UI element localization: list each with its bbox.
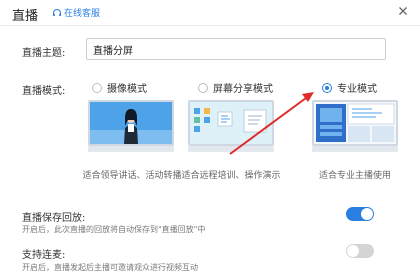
mode-label: 直播模式:	[22, 86, 66, 97]
screen-share-mode-label: 屏幕分享模式	[213, 84, 273, 95]
save-replay-desc: 开启后，此次直播的回放将自动保存到"直播回放"中	[22, 225, 206, 234]
screen-share-caption: 适合远程培训、操作演示	[181, 171, 281, 181]
pro-mode-label: 专业模式	[337, 84, 377, 95]
radio-pro-mode[interactable]: 专业模式	[322, 80, 377, 95]
online-service-label: 在线客服	[64, 9, 101, 19]
dialog-header: 直播 在线客服	[0, 0, 420, 26]
co-streaming-toggle-knob	[347, 245, 359, 257]
radio-dot-pro[interactable]	[322, 82, 332, 93]
radio-camera-mode[interactable]: 摄像模式	[92, 80, 147, 95]
co-streaming-title: 支持连麦:	[22, 250, 66, 261]
pro-mode-illustration	[312, 100, 398, 152]
topic-input[interactable]	[86, 38, 386, 60]
radio-screen-share-mode[interactable]: 屏幕分享模式	[198, 80, 273, 95]
live-settings-dialog: 直播 在线客服 直播主题: 直播模式: 摄像模式 屏幕分享模式 专业模式	[0, 0, 420, 280]
online-service-link[interactable]: 在线客服	[52, 6, 100, 19]
topic-label: 直播主题:	[22, 48, 66, 59]
headset-icon	[53, 8, 61, 16]
dialog-title: 直播	[12, 9, 39, 24]
close-button[interactable]	[396, 4, 410, 18]
save-replay-toggle-knob	[361, 208, 373, 220]
co-streaming-toggle[interactable]	[346, 244, 374, 258]
camera-mode-caption: 适合领导讲话、活动转播	[82, 171, 182, 181]
screen-share-illustration	[188, 100, 274, 152]
close-icon	[399, 7, 407, 15]
radio-dot-camera[interactable]	[92, 82, 102, 93]
camera-mode-illustration	[88, 100, 174, 152]
save-replay-toggle[interactable]	[346, 207, 374, 221]
camera-mode-label: 摄像模式	[107, 84, 147, 95]
save-replay-title: 直播保存回放:	[22, 213, 86, 224]
co-streaming-desc: 开启后，直播发起后主播可邀请观众进行视频互动	[22, 263, 198, 272]
pro-mode-caption: 适合专业主播使用	[318, 171, 391, 181]
radio-dot-screen-share[interactable]	[198, 82, 208, 93]
